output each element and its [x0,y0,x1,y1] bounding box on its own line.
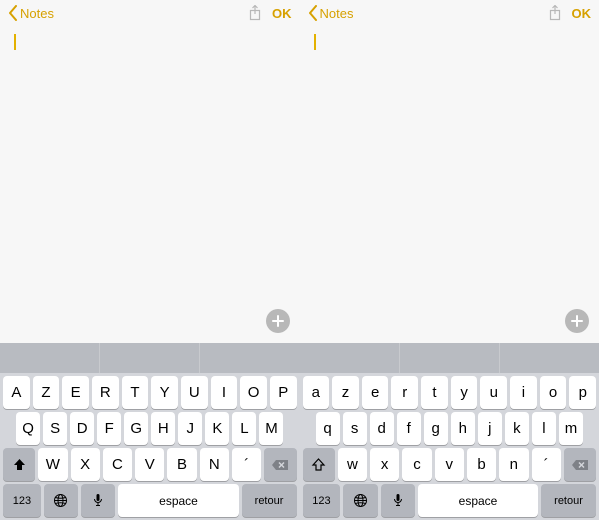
key-h[interactable]: H [151,412,175,445]
key-p[interactable]: P [270,376,297,409]
key-l[interactable]: l [532,412,556,445]
key-e[interactable]: e [362,376,389,409]
key-m[interactable]: M [259,412,283,445]
key-h[interactable]: h [451,412,475,445]
key-z[interactable]: z [332,376,359,409]
key-q[interactable]: q [316,412,340,445]
suggestion-slot[interactable] [100,343,199,373]
key-m[interactable]: m [559,412,583,445]
key-j[interactable]: j [478,412,502,445]
text-cursor [14,34,16,50]
add-attachment-button[interactable] [266,309,290,333]
key-o[interactable]: o [540,376,567,409]
key-u[interactable]: u [480,376,507,409]
key-a[interactable]: a [303,376,330,409]
key-r[interactable]: R [92,376,119,409]
ok-button[interactable]: OK [272,6,292,21]
add-attachment-button[interactable] [565,309,589,333]
numeric-key[interactable]: 123 [3,484,41,517]
back-button[interactable]: Notes [320,6,354,21]
suggestion-slot[interactable] [0,343,99,373]
pane-right: Notes OK a z e r t y u i o p [300,0,599,520]
key-x[interactable]: x [370,448,399,481]
backspace-key[interactable] [264,448,296,481]
back-chevron-icon[interactable] [8,5,18,21]
suggestion-slot[interactable] [300,343,399,373]
key-c[interactable]: C [103,448,132,481]
key-q[interactable]: Q [16,412,40,445]
key-x[interactable]: X [71,448,100,481]
key-r[interactable]: r [391,376,418,409]
key-y[interactable]: Y [151,376,178,409]
key-s[interactable]: s [343,412,367,445]
key-y[interactable]: y [451,376,478,409]
numeric-key[interactable]: 123 [303,484,341,517]
key-t[interactable]: t [421,376,448,409]
note-textarea[interactable] [300,26,599,343]
space-key[interactable]: espace [118,484,238,517]
key-z[interactable]: Z [33,376,60,409]
key-c[interactable]: c [402,448,431,481]
key-n[interactable]: n [499,448,528,481]
navbar: Notes OK [0,0,300,26]
key-f[interactable]: f [397,412,421,445]
keyboard: a z e r t y u i o p q s d f g h j k l m [300,343,599,520]
ok-button[interactable]: OK [572,6,592,21]
key-p[interactable]: p [569,376,596,409]
key-t[interactable]: T [122,376,149,409]
key-k[interactable]: K [205,412,229,445]
key-s[interactable]: S [43,412,67,445]
globe-key[interactable] [343,484,377,517]
key-n[interactable]: N [200,448,229,481]
key-b[interactable]: B [167,448,196,481]
key-g[interactable]: g [424,412,448,445]
key-o[interactable]: O [240,376,267,409]
key-v[interactable]: V [135,448,164,481]
suggestion-slot[interactable] [500,343,599,373]
globe-key[interactable] [44,484,78,517]
suggestion-bar [0,343,300,373]
key-l[interactable]: L [232,412,256,445]
note-textarea[interactable] [0,26,300,343]
key-accent[interactable]: ´ [232,448,261,481]
suggestion-slot[interactable] [400,343,499,373]
space-key[interactable]: espace [418,484,538,517]
key-b[interactable]: b [467,448,496,481]
text-cursor [314,34,316,50]
share-icon[interactable] [248,5,262,21]
return-key[interactable]: retour [541,484,596,517]
key-k[interactable]: k [505,412,529,445]
key-i[interactable]: I [211,376,238,409]
key-v[interactable]: v [435,448,464,481]
key-f[interactable]: F [97,412,121,445]
dictation-key[interactable] [381,484,415,517]
key-d[interactable]: D [70,412,94,445]
key-u[interactable]: U [181,376,208,409]
navbar: Notes OK [300,0,599,26]
key-a[interactable]: A [3,376,30,409]
pane-left: Notes OK A Z E R T Y U I O P [0,0,300,520]
shift-key[interactable] [3,448,35,481]
keyboard: A Z E R T Y U I O P Q S D F G H J K L M [0,343,300,520]
key-d[interactable]: d [370,412,394,445]
back-button[interactable]: Notes [20,6,54,21]
backspace-key[interactable] [564,448,596,481]
key-e[interactable]: E [62,376,89,409]
key-j[interactable]: J [178,412,202,445]
suggestion-slot[interactable] [200,343,299,373]
key-accent[interactable]: ´ [532,448,561,481]
back-chevron-icon[interactable] [308,5,318,21]
return-key[interactable]: retour [242,484,297,517]
key-w[interactable]: w [338,448,367,481]
shift-key[interactable] [303,448,335,481]
key-w[interactable]: W [38,448,67,481]
key-g[interactable]: G [124,412,148,445]
key-i[interactable]: i [510,376,537,409]
share-icon[interactable] [548,5,562,21]
dictation-key[interactable] [81,484,115,517]
suggestion-bar [300,343,599,373]
